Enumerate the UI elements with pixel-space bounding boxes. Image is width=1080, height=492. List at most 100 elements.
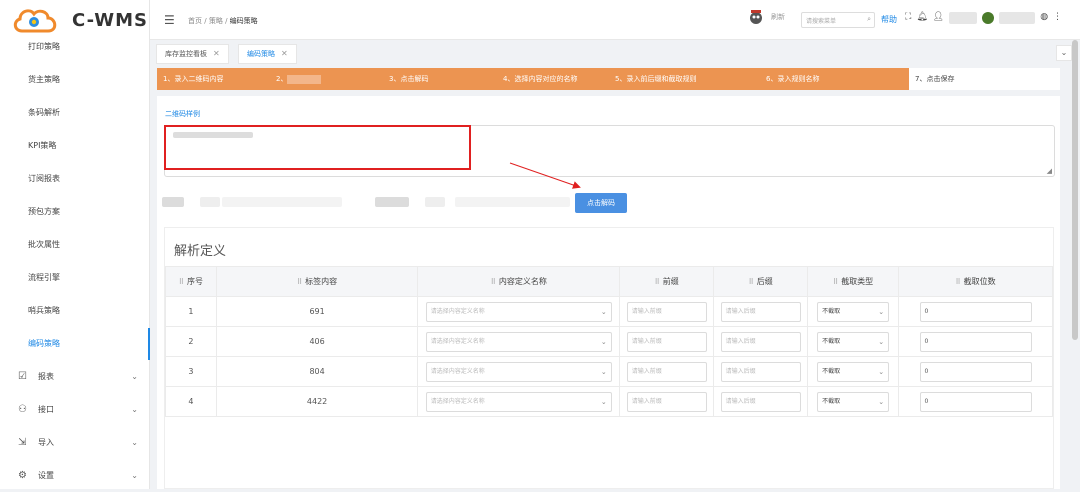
chevron-down-icon: ⌄ (600, 337, 607, 346)
breadcrumb: 首页 / 策略 / 编码策略 (188, 17, 258, 25)
sidebar-item-print-strategy[interactable]: 打印策略 (0, 31, 150, 63)
drag-handle-icon[interactable]: ⠿ (179, 278, 184, 286)
fullscreen-icon[interactable]: ⛶ (905, 12, 911, 24)
content-name-select[interactable]: 请选择内容定义名称 ⌄ (425, 331, 612, 352)
drag-handle-icon[interactable]: ⠿ (749, 278, 754, 286)
cut-digits-input[interactable]: 0 (919, 361, 1032, 382)
app-logo[interactable]: C-WMS (12, 6, 148, 34)
definition-title: 解析定义 (174, 244, 227, 259)
search-icon[interactable]: ⌕ (867, 15, 871, 24)
redacted-field (162, 197, 184, 207)
sidebar-item-sentinel-strategy[interactable]: 哨兵策略 (0, 295, 150, 327)
tab-inventory-dashboard[interactable]: 库存监控看板 ✕ (156, 44, 229, 64)
avatar[interactable] (982, 12, 995, 24)
content-name-select[interactable]: 请选择内容定义名称 ⌄ (425, 361, 612, 382)
cut-digits-input[interactable]: 0 (919, 331, 1032, 352)
highlight-box (164, 125, 471, 170)
menu-toggle-icon[interactable]: ☰ (164, 13, 175, 27)
sidebar-item-barcode-parse[interactable]: 条码解析 (0, 97, 150, 129)
close-icon[interactable]: ✕ (281, 44, 288, 64)
cut-type-select[interactable]: 不截取 ⌄ (817, 361, 890, 382)
sidebar-item-kpi-strategy[interactable]: KPI策略 (0, 130, 150, 162)
chevron-down-icon: ⌄ (878, 397, 885, 406)
definition-card: 解析定义 ⠿ 序号 ⠿ 标签内容 ⠿ 内容定义名称 ⠿ 前缀 ⠿ 后缀 ⠿ 截取类型 ⠿ 截取… (164, 227, 1054, 489)
page-scrollbar[interactable] (1072, 40, 1078, 340)
table-row: 4 4422 请选择内容定义名称 ⌄ 请输入前缀 请输入后缀 不截取 ⌄ 0 (165, 386, 1053, 417)
sidebar-item-prepack-plan[interactable]: 预包方案 (0, 196, 150, 228)
col-cut-digits: ⠿ 截取位数 (898, 266, 1053, 297)
sidebar-group-import[interactable]: ⇲ 导入 ⌄ (0, 427, 150, 459)
chevron-down-icon: ⌄ (131, 405, 138, 414)
row-content: 804 (215, 356, 419, 387)
steps-bar: 1、录入二维码内容 2、 3、点击解码 4、选择内容对应的名称 5、录入前后缀和… (157, 68, 1060, 90)
prefix-input[interactable]: 请输入前缀 (626, 301, 707, 322)
prefix-input[interactable]: 请输入前缀 (626, 331, 707, 352)
sidebar-group-settings[interactable]: ⚙ 设置 ⌄ (0, 460, 150, 492)
cut-digits-input[interactable]: 0 (919, 391, 1032, 412)
help-link[interactable]: 帮助 (881, 14, 897, 25)
drag-handle-icon[interactable]: ⠿ (655, 278, 660, 286)
sidebar-item-encoding-strategy[interactable]: 编码策略 (0, 328, 150, 360)
more-vertical-icon[interactable]: ⋮ (1053, 12, 1062, 24)
user-icon[interactable]: 👤︎ (933, 12, 944, 24)
sidebar-group-report[interactable]: ☑ 报表 ⌄ (0, 361, 150, 393)
tab-encoding-strategy[interactable]: 编码策略 ✕ (238, 44, 297, 64)
chevron-down-icon: ⌄ (600, 367, 607, 376)
search-placeholder: 请搜索菜单 (806, 18, 837, 25)
row-content: 406 (215, 326, 419, 357)
breadcrumb-home[interactable]: 首页 (188, 17, 202, 25)
cut-type-select[interactable]: 不截取 ⌄ (817, 301, 890, 322)
close-icon[interactable]: ✕ (213, 44, 220, 64)
suffix-input[interactable]: 请输入后缀 (720, 331, 801, 352)
username-redacted (949, 12, 978, 24)
suffix-input[interactable]: 请输入后缀 (720, 301, 801, 322)
drag-handle-icon[interactable]: ⠿ (297, 278, 302, 286)
step-5: 5、录入前后缀和截取规则 (615, 75, 697, 83)
prefix-input[interactable]: 请输入前缀 (626, 361, 707, 382)
sidebar-item-process-engine[interactable]: 流程引擎 (0, 262, 150, 294)
suffix-input[interactable]: 请输入后缀 (720, 391, 801, 412)
drag-handle-icon[interactable]: ⠿ (833, 278, 838, 286)
interface-icon: ⚇ (18, 404, 27, 415)
cut-digits-input[interactable]: 0 (919, 301, 1032, 322)
bell-icon[interactable]: 🔔︎ (916, 12, 927, 24)
sidebar-item-subscription-report[interactable]: 订阅报表 (0, 163, 150, 195)
sidebar-item-owner-strategy[interactable]: 货主策略 (0, 64, 150, 96)
globe-icon[interactable]: ◍ (1040, 12, 1048, 24)
breadcrumb-strategy[interactable]: 策略 (209, 17, 223, 25)
sidebar-group-label: 设置 (38, 471, 54, 480)
menu-search-input[interactable]: 请搜索菜单 ⌕ (801, 12, 875, 28)
redacted-field (200, 197, 220, 207)
sidebar-group-label: 接口 (38, 405, 54, 414)
prefix-input[interactable]: 请输入前缀 (626, 391, 707, 412)
step-1: 1、录入二维码内容 (163, 75, 224, 83)
tabs-bar: 库存监控看板 ✕ 编码策略 ✕ ⌄ (150, 40, 1080, 66)
tabs-dropdown-button[interactable]: ⌄ (1056, 45, 1072, 61)
chevron-down-icon: ⌄ (131, 438, 138, 447)
chevron-down-icon: ⌄ (878, 367, 885, 376)
chevron-down-icon: ⌄ (878, 307, 885, 316)
account-redacted (999, 12, 1036, 24)
table-row: 2 406 请选择内容定义名称 ⌄ 请输入前缀 请输入后缀 不截取 ⌄ 0 (165, 326, 1053, 357)
refresh-button[interactable]: 刷新 (747, 8, 785, 26)
drag-handle-icon[interactable]: ⠿ (955, 278, 960, 286)
content-name-select[interactable]: 请选择内容定义名称 ⌄ (425, 391, 612, 412)
decode-button[interactable]: 点击解码 (575, 193, 627, 213)
tab-label: 库存监控看板 (165, 50, 207, 58)
row-content: 691 (215, 296, 419, 327)
content-name-select[interactable]: 请选择内容定义名称 ⌄ (425, 301, 612, 322)
chevron-down-icon: ⌄ (600, 307, 607, 316)
cut-type-select[interactable]: 不截取 ⌄ (817, 331, 890, 352)
drag-handle-icon[interactable]: ⠿ (491, 278, 496, 286)
top-icons: ⛶ 🔔︎ 👤︎ ◍ ⋮ (905, 12, 1062, 24)
resize-handle-icon[interactable]: ◢ (1047, 167, 1052, 175)
cut-type-select[interactable]: 不截取 ⌄ (817, 391, 890, 412)
table-row: 3 804 请选择内容定义名称 ⌄ 请输入前缀 请输入后缀 不截取 ⌄ 0 (165, 356, 1053, 387)
col-name: ⠿ 内容定义名称 (417, 266, 621, 297)
sidebar-item-batch-attribute[interactable]: 批次属性 (0, 229, 150, 261)
col-prefix: ⠿ 前缀 (619, 266, 715, 297)
suffix-input[interactable]: 请输入后缀 (720, 361, 801, 382)
sidebar-group-interface[interactable]: ⚇ 接口 ⌄ (0, 394, 150, 426)
row-index: 2 (165, 326, 217, 357)
sidebar-group-label: 导入 (38, 438, 54, 447)
